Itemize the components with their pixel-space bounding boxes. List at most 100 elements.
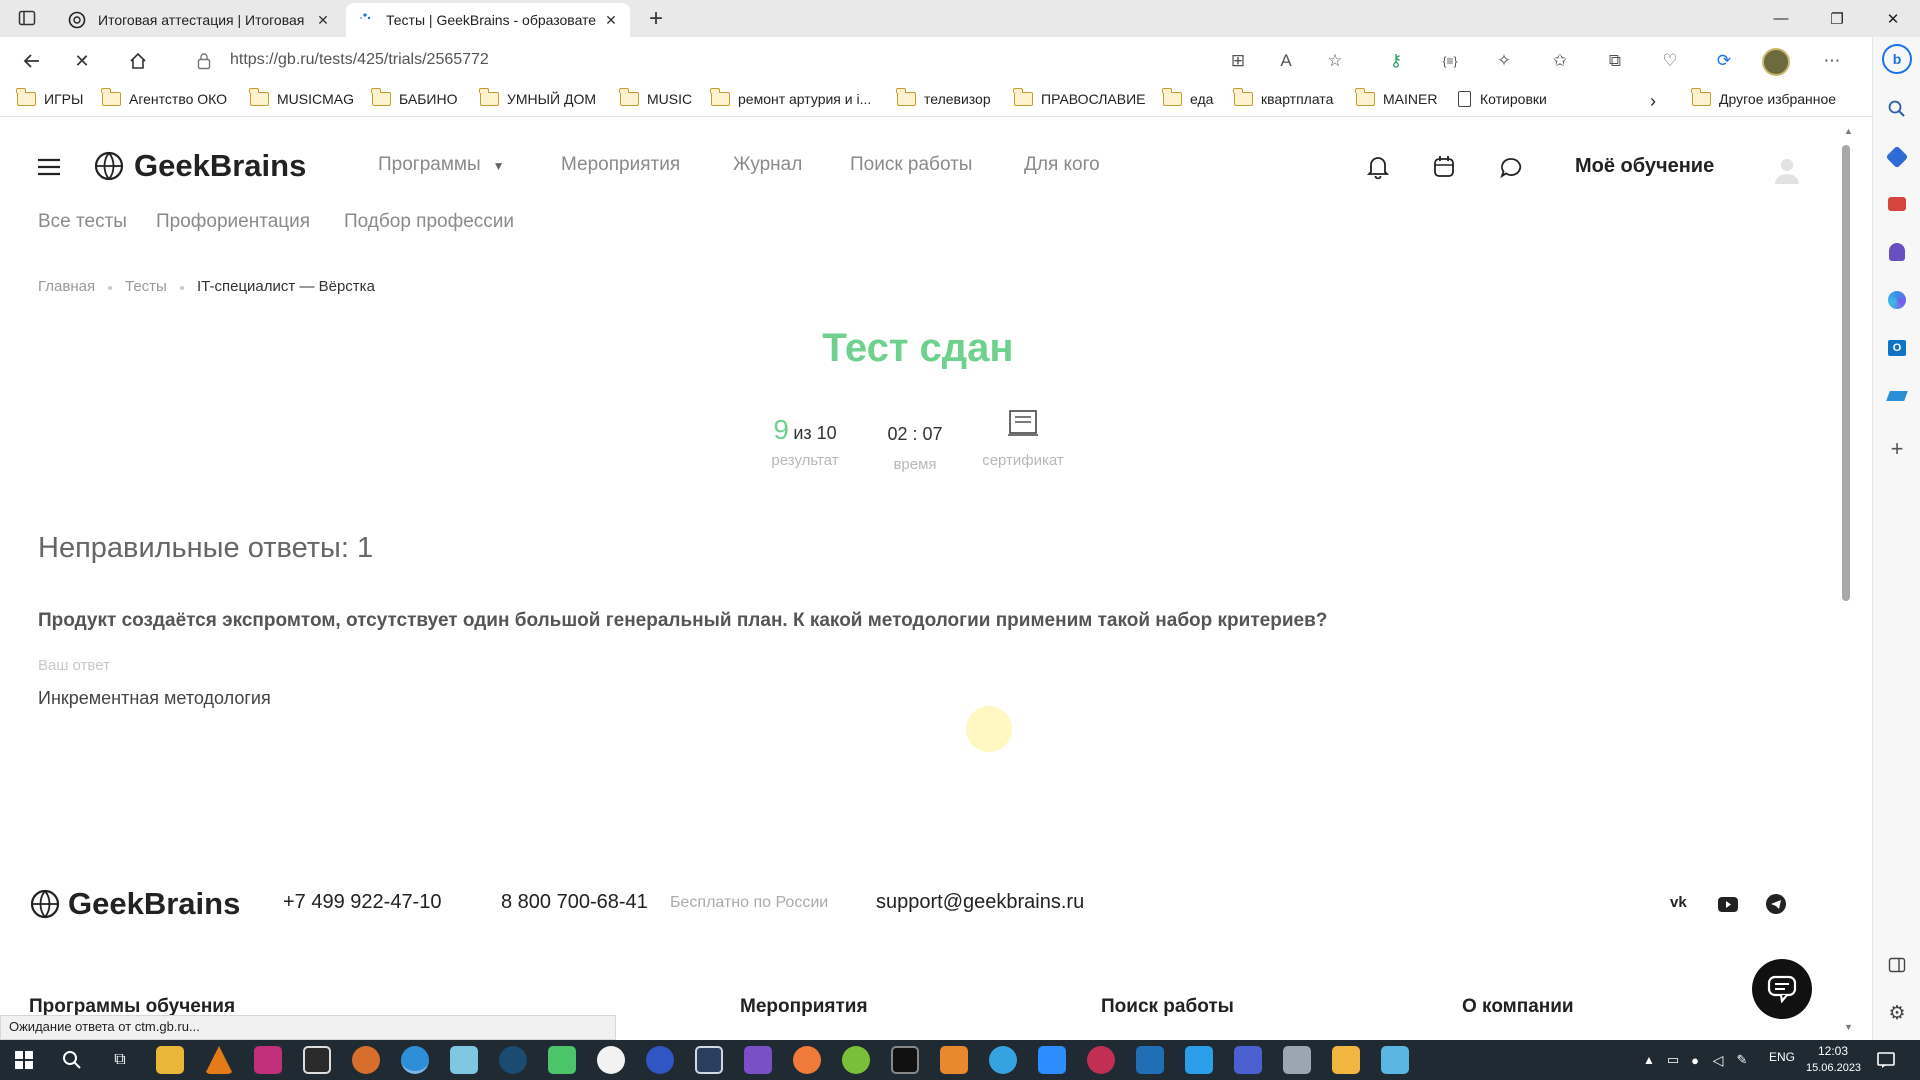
nav-job-search[interactable]: Поиск работы (850, 154, 972, 176)
app-icon[interactable] (1283, 1046, 1311, 1074)
clock-time[interactable]: 12:03 (1818, 1044, 1848, 1058)
app-icon[interactable] (303, 1046, 331, 1074)
app-icon[interactable] (646, 1046, 674, 1074)
telegram-icon[interactable] (1766, 894, 1786, 914)
sidebar-panel-icon[interactable] (1885, 953, 1909, 977)
scroll-down-arrow-icon[interactable]: ▼ (1844, 1022, 1853, 1032)
close-tab-icon[interactable]: ✕ (314, 11, 332, 29)
task-view-icon[interactable]: ⧉ (108, 1048, 132, 1072)
vlc-app-icon[interactable] (205, 1046, 233, 1074)
add-sidebar-icon[interactable]: + (1885, 436, 1909, 461)
breadcrumb-home[interactable]: Главная (38, 278, 95, 295)
telegram-app-icon[interactable] (989, 1046, 1017, 1074)
search-icon[interactable] (60, 1048, 84, 1072)
favorite-folder[interactable]: MUSICMAG (249, 88, 354, 107)
app-icon[interactable] (1234, 1046, 1262, 1074)
favorite-folder[interactable]: БАБИНО (371, 88, 457, 107)
back-button[interactable] (16, 45, 48, 77)
steam-app-icon[interactable] (499, 1046, 527, 1074)
pen-icon[interactable]: ✎ (1730, 1048, 1754, 1072)
tray-device-icon[interactable]: ▭ (1661, 1048, 1685, 1072)
clock-date[interactable]: 15.06.2023 (1806, 1062, 1861, 1074)
vk-icon[interactable]: vk (1670, 894, 1687, 911)
favorite-link[interactable]: Котировки (1458, 91, 1547, 107)
nav-events[interactable]: Мероприятия (561, 154, 680, 176)
subnav-all-tests[interactable]: Все тесты (38, 211, 127, 233)
nav-journal[interactable]: Журнал (733, 154, 802, 176)
microphone-icon[interactable]: ● (1683, 1048, 1707, 1072)
app-icon[interactable] (254, 1046, 282, 1074)
footer-col-events[interactable]: Мероприятия (740, 996, 868, 1018)
tab-tests[interactable]: Тесты | GeekBrains - образовате ✕ (346, 3, 630, 37)
footer-phone-moscow[interactable]: +7 499 922-47-10 (283, 891, 441, 914)
settings-more-icon[interactable]: ⋯ (1818, 47, 1846, 75)
sidebar-settings-gear-icon[interactable]: ⚙ (1885, 1001, 1909, 1025)
footer-phone-free[interactable]: 8 800 700-68-41 (501, 891, 648, 914)
nav-for-whom[interactable]: Для кого (1024, 154, 1100, 176)
app-icon[interactable] (1381, 1046, 1409, 1074)
collections-icon[interactable]: ⧉ (1601, 47, 1629, 75)
read-aloud-icon[interactable]: A (1272, 47, 1300, 75)
yandex-browser-app-icon[interactable] (597, 1046, 625, 1074)
scroll-up-arrow-icon[interactable]: ▲ (1844, 126, 1853, 136)
sublime-text-app-icon[interactable] (940, 1046, 968, 1074)
file-explorer-app-icon[interactable] (156, 1046, 184, 1074)
search-icon[interactable] (1885, 97, 1909, 121)
copilot-icon[interactable]: b (1882, 44, 1912, 74)
stop-loading-button[interactable]: ✕ (66, 45, 98, 77)
extensions-puzzle-icon[interactable]: ✧ (1490, 47, 1518, 75)
utorrent-app-icon[interactable] (842, 1046, 870, 1074)
shopping-tag-icon[interactable] (1885, 145, 1909, 169)
volume-icon[interactable]: ◁ (1706, 1048, 1730, 1072)
subnav-career-guidance[interactable]: Профориентация (156, 211, 310, 233)
close-window-button[interactable]: ✕ (1870, 0, 1916, 37)
terminal-app-icon[interactable] (891, 1046, 919, 1074)
url-field[interactable]: https://gb.ru/tests/425/trials/2565772 (230, 51, 489, 69)
calendar-icon[interactable] (1433, 155, 1455, 184)
tray-overflow-chevron-icon[interactable]: ▲ (1637, 1048, 1661, 1072)
app-icon[interactable] (1332, 1046, 1360, 1074)
app-icon[interactable] (450, 1046, 478, 1074)
drop-icon[interactable] (1885, 384, 1909, 408)
games-icon[interactable] (1885, 240, 1909, 264)
favorite-folder[interactable]: Агентство ОКО (101, 88, 227, 107)
nav-programs[interactable]: Программы ▼ (378, 154, 505, 176)
close-tab-icon[interactable]: ✕ (602, 11, 620, 29)
language-indicator[interactable]: ENG (1769, 1050, 1795, 1064)
hamburger-menu-icon[interactable] (38, 158, 60, 181)
profile-avatar[interactable] (1762, 48, 1790, 76)
favorite-folder[interactable]: телевизор (896, 88, 991, 107)
tab-final-attestation[interactable]: Итоговая аттестация | Итоговая ✕ (58, 3, 342, 37)
certificate-stat[interactable]: сертификат (975, 409, 1071, 469)
favorites-list-icon[interactable]: ✩ (1546, 47, 1574, 75)
bell-icon[interactable] (1366, 155, 1390, 184)
chat-bubble-icon[interactable] (1499, 156, 1523, 185)
favorite-folder[interactable]: УМНЫЙ ДОМ (479, 88, 596, 107)
favorite-folder[interactable]: ремонт артурия и i... (710, 88, 871, 107)
breadcrumb-tests[interactable]: Тесты (125, 278, 167, 295)
windows-start-icon[interactable] (12, 1048, 36, 1072)
zoom-app-icon[interactable] (1038, 1046, 1066, 1074)
favorites-overflow-chevron-icon[interactable]: › (1650, 91, 1656, 112)
outlook-icon[interactable]: O (1885, 336, 1909, 360)
vscode-app-icon[interactable] (1185, 1046, 1213, 1074)
app-icon[interactable] (1136, 1046, 1164, 1074)
favorite-folder[interactable]: MAINER (1355, 88, 1437, 107)
app-icon[interactable] (695, 1046, 723, 1074)
app-available-icon[interactable]: ⊞ (1224, 47, 1252, 75)
favorite-folder[interactable]: ИГРЫ (16, 88, 83, 107)
user-avatar-icon[interactable] (1773, 156, 1801, 189)
footer-email[interactable]: support@geekbrains.ru (876, 891, 1084, 914)
edge-browser-app-icon[interactable] (401, 1046, 429, 1074)
maximize-button[interactable]: ❐ (1814, 0, 1860, 37)
support-chat-button[interactable] (1752, 959, 1812, 1019)
new-tab-button[interactable]: + (640, 0, 672, 37)
favorite-folder[interactable]: еда (1162, 88, 1213, 107)
site-logo[interactable]: GeekBrains (94, 148, 306, 184)
home-button[interactable] (122, 45, 154, 77)
subnav-profession-selection[interactable]: Подбор профессии (344, 211, 514, 233)
footer-col-jobs[interactable]: Поиск работы (1101, 996, 1234, 1018)
extension-key-icon[interactable]: ⚷ (1382, 47, 1410, 75)
visual-studio-app-icon[interactable] (744, 1046, 772, 1074)
microsoft365-icon[interactable] (1885, 288, 1909, 312)
